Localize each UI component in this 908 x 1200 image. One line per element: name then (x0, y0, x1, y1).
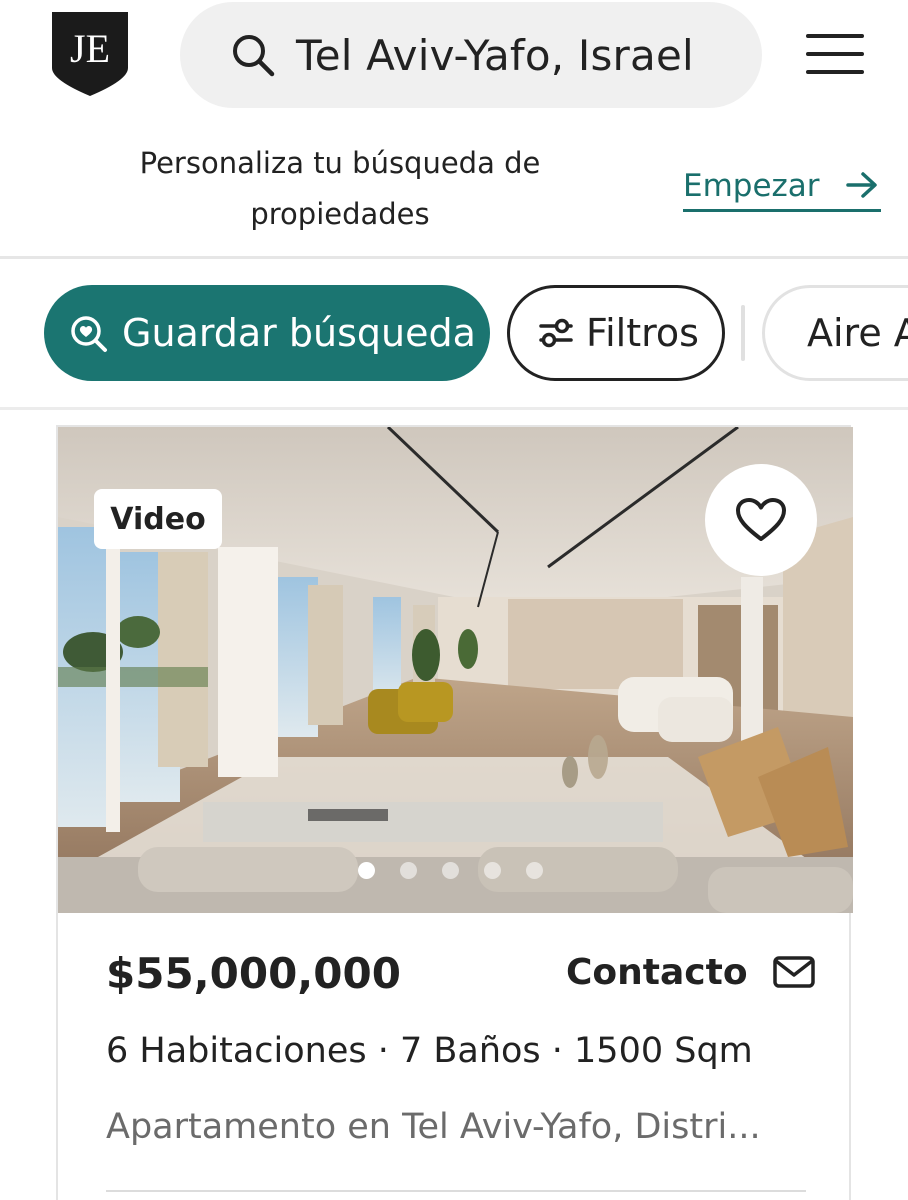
filter-chips-row: Guardar búsqueda Filtros Aire A (0, 259, 908, 409)
save-search-label: Guardar búsqueda (122, 311, 476, 355)
favorite-button[interactable] (705, 464, 817, 576)
logo-text: JE (70, 26, 110, 71)
location-search-bar[interactable]: Tel Aviv-Yafo, Israel (180, 2, 762, 108)
personalize-banner: Personaliza tu búsqueda de propiedades E… (0, 112, 908, 258)
arrow-right-icon (846, 172, 877, 198)
listing-price: $55,000,000 (106, 949, 401, 998)
search-location-text: Tel Aviv-Yafo, Israel (296, 30, 694, 80)
filters-label: Filtros (586, 311, 699, 355)
envelope-icon (772, 956, 815, 988)
contact-label: Contacto (566, 951, 748, 993)
listing-specs: 6 Habitaciones · 7 Baños · 1500 Sqm (106, 1031, 753, 1071)
start-link[interactable]: Empezar (683, 162, 881, 212)
contact-button[interactable]: Contacto (566, 947, 816, 997)
listing-card[interactable]: Video $55,000,000 Contacto 6 Habitacione… (56, 425, 853, 1200)
search-heart-icon (71, 316, 107, 352)
carousel-dot-2[interactable] (400, 862, 417, 879)
chip-separator (741, 305, 745, 361)
carousel-dot-5[interactable] (526, 862, 543, 879)
page: JE Tel Aviv-Yafo, Israel Personaliza tu … (0, 0, 908, 1200)
header: JE Tel Aviv-Yafo, Israel (0, 0, 908, 112)
divider (0, 407, 908, 410)
card-divider (106, 1190, 806, 1192)
hamburger-menu-icon[interactable] (806, 34, 864, 78)
save-search-button[interactable]: Guardar búsqueda (44, 285, 490, 381)
brand-logo[interactable]: JE (50, 10, 130, 98)
start-link-label: Empezar (683, 167, 820, 204)
search-icon (233, 35, 275, 77)
air-conditioning-chip[interactable]: Aire A (762, 285, 908, 381)
listing-address: Apartamento en Tel Aviv-Yafo, Distri... (106, 1107, 761, 1147)
carousel-dot-1[interactable] (358, 862, 375, 879)
carousel-dot-4[interactable] (484, 862, 501, 879)
video-badge: Video (94, 489, 222, 549)
heart-outline-icon (736, 498, 786, 541)
sliders-icon (539, 318, 573, 348)
filters-button[interactable]: Filtros (507, 285, 725, 381)
carousel-dot-3[interactable] (442, 862, 459, 879)
listing-photo[interactable]: Video (58, 427, 853, 913)
carousel-dots (358, 862, 568, 882)
air-conditioning-label: Aire A (807, 311, 908, 355)
personalize-text: Personaliza tu búsqueda de propiedades (139, 146, 541, 231)
